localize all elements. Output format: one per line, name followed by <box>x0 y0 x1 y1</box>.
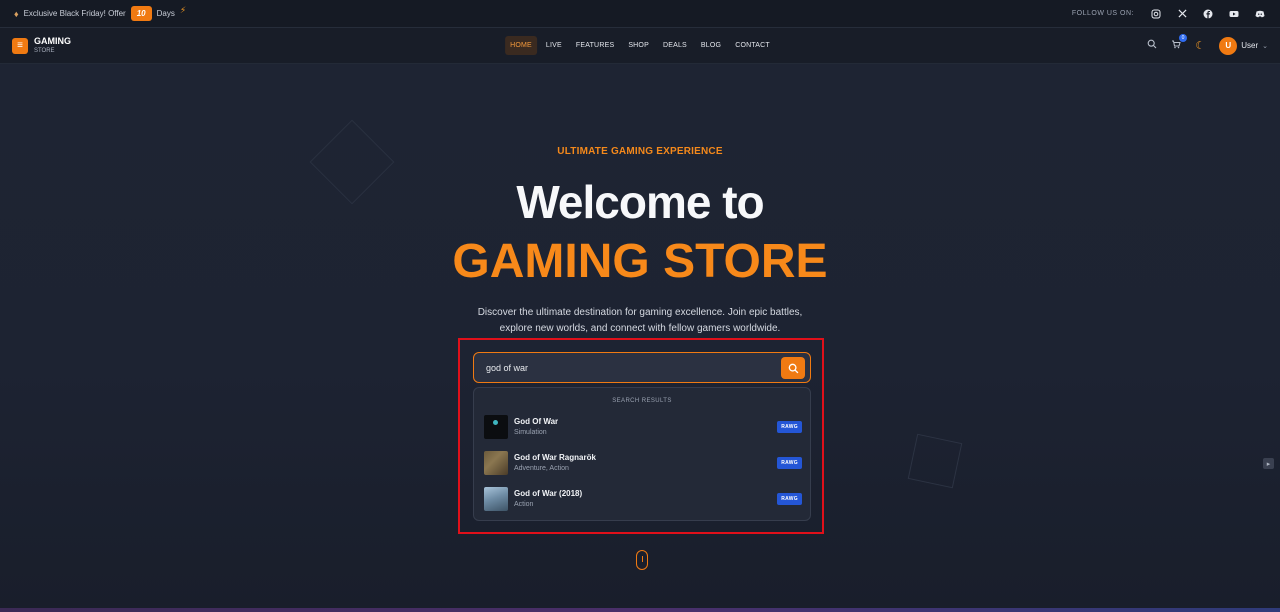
search-results-dropdown: SEARCH RESULTS God Of War Simulation RAW… <box>473 387 811 521</box>
instagram-icon[interactable] <box>1150 8 1162 20</box>
youtube-icon[interactable] <box>1228 8 1240 20</box>
nav-blog[interactable]: BLOG <box>696 36 726 55</box>
search-result-item[interactable]: God of War Ragnarök Adventure, Action RA… <box>484 450 802 476</box>
side-panel-toggle-icon[interactable]: ▸ <box>1263 458 1274 469</box>
source-badge: RAWG <box>777 421 802 433</box>
hero-title-line2: GAMING STORE <box>452 235 828 288</box>
promo-text: Exclusive Black Friday! Offer <box>23 9 126 18</box>
nav-shop[interactable]: SHOP <box>623 36 654 55</box>
game-thumbnail <box>484 487 508 511</box>
source-badge: RAWG <box>777 493 802 505</box>
cart-icon[interactable]: 0 <box>1171 34 1188 52</box>
nav-home[interactable]: HOME <box>505 36 537 55</box>
main-menu: HOME LIVE FEATURES SHOP DEALS BLOG CONTA… <box>505 36 775 55</box>
result-title: God of War (2018) <box>514 488 583 498</box>
hero-eyebrow: ULTIMATE GAMING EXPERIENCE <box>557 146 723 157</box>
result-genre: Simulation <box>514 428 547 436</box>
game-thumbnail <box>484 415 508 439</box>
search-input[interactable] <box>486 362 766 373</box>
search-results-header: SEARCH RESULTS <box>612 398 672 404</box>
brand-logo[interactable]: ≡ GAMING STORE <box>12 37 71 54</box>
x-icon[interactable] <box>1176 8 1188 20</box>
nav-live[interactable]: LIVE <box>541 36 567 55</box>
avatar: U <box>1219 36 1238 55</box>
source-badge: RAWG <box>777 457 802 469</box>
scroll-down-indicator[interactable] <box>636 550 648 570</box>
nav-actions: 0 ☾ U User ⌄ <box>1147 34 1268 55</box>
bottom-gradient-strip <box>0 608 1280 612</box>
follow-label: FOLLOW US ON: <box>1071 10 1134 17</box>
game-thumbnail <box>484 451 508 475</box>
result-genre: Action <box>514 500 534 508</box>
decorative-square <box>907 433 963 489</box>
social-links: FOLLOW US ON: <box>1072 8 1266 20</box>
discord-icon[interactable] <box>1254 8 1266 20</box>
gift-icon: ♦ <box>14 8 19 19</box>
nav-contact[interactable]: CONTACT <box>730 36 775 55</box>
nav-features[interactable]: FEATURES <box>571 36 619 55</box>
user-name: User <box>1241 41 1259 50</box>
brand-name: GAMING <box>34 36 71 46</box>
result-title: God of War Ragnarök <box>514 452 596 462</box>
dark-mode-toggle-icon[interactable]: ☾ <box>1195 39 1205 52</box>
search-result-item[interactable]: God of War (2018) Action RAWG <box>484 486 802 512</box>
search-result-item[interactable]: God Of War Simulation RAWG <box>484 414 802 440</box>
result-title: God Of War <box>514 416 559 426</box>
days-label: Days <box>156 9 175 18</box>
lightning-icon: ⚡ <box>179 5 187 15</box>
result-genre: Adventure, Action <box>514 464 569 472</box>
brand-sub: STORE <box>34 48 55 54</box>
main-navbar: ≡ GAMING STORE HOME LIVE FEATURES SHOP D… <box>0 28 1280 64</box>
promo-banner: ♦ Exclusive Black Friday! Offer 10 Days … <box>14 5 187 21</box>
search-submit-button[interactable] <box>781 357 805 379</box>
user-menu[interactable]: U User ⌄ <box>1219 36 1268 55</box>
days-count-badge: 10 <box>130 6 152 21</box>
nav-deals[interactable]: DEALS <box>658 36 692 55</box>
chevron-down-icon: ⌄ <box>1262 42 1268 50</box>
store-logo-icon: ≡ <box>12 37 28 54</box>
search-icon[interactable] <box>1147 39 1157 52</box>
top-bar: ♦ Exclusive Black Friday! Offer 10 Days … <box>0 0 1280 28</box>
search-bar <box>473 352 811 383</box>
facebook-icon[interactable] <box>1202 8 1214 20</box>
hero-description: Discover the ultimate destination for ga… <box>477 307 803 334</box>
hero-title-line1: Welcome to <box>516 176 764 228</box>
cart-count-badge: 0 <box>1178 34 1188 42</box>
